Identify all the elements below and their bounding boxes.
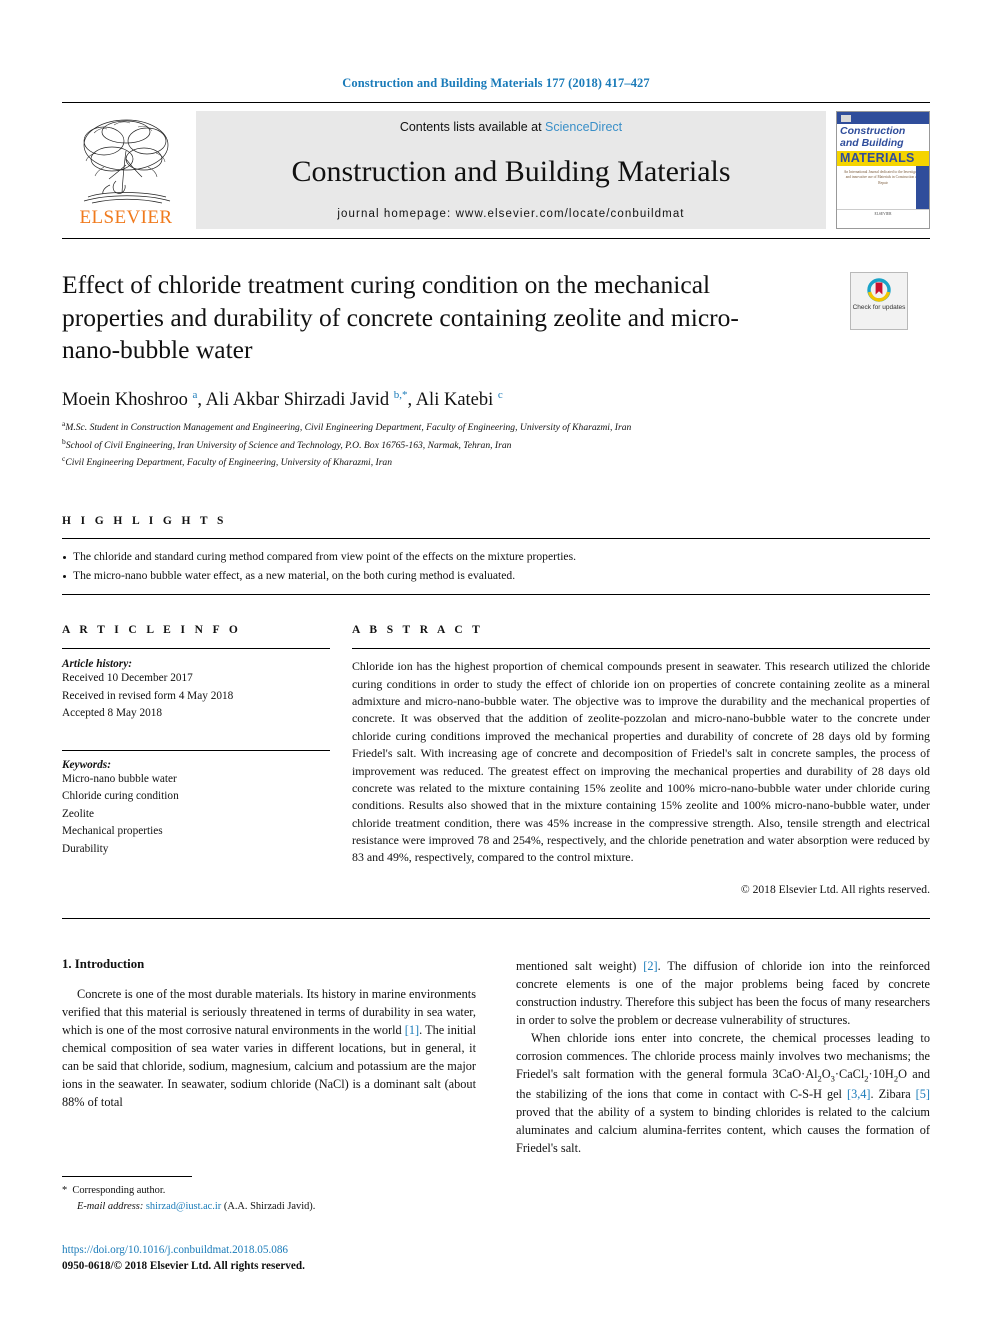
journal-cover-thumbnail[interactable]: Construction and Building MATERIALS An I… xyxy=(836,111,930,229)
column-gap xyxy=(330,624,352,896)
abstract-column: A B S T R A C T Chloride ion has the hig… xyxy=(352,624,930,896)
body-column-left: 1. Introduction Concrete is one of the m… xyxy=(62,957,476,1158)
footnote-email-owner: (A.A. Shirzadi Javid). xyxy=(223,1200,316,1212)
journal-title: Construction and Building Materials xyxy=(291,155,731,188)
history-received: Received 10 December 2017 xyxy=(62,672,193,685)
keywords-rule: Keywords: Micro-nano bubble water Chlori… xyxy=(62,749,330,859)
cover-footer: ELSEVIER xyxy=(837,208,929,224)
footnote-email-label: E-mail address: xyxy=(77,1200,144,1212)
copyright-line: © 2018 Elsevier Ltd. All rights reserved… xyxy=(740,882,930,896)
footnote-star-icon: * xyxy=(62,1185,73,1196)
body-column-gap xyxy=(476,957,516,1158)
list-item: The micro-nano bubble water effect, as a… xyxy=(62,567,930,586)
affiliation-a: aM.Sc. Student in Construction Managemen… xyxy=(62,418,930,436)
crossmark-icon xyxy=(867,278,891,302)
corresponding-author-footnote: * Corresponding author. E-mail address: … xyxy=(62,1176,476,1214)
article-sheet: Construction and Building Materials 177 … xyxy=(62,0,930,1157)
footnote-corresponding-text: Corresponding author. xyxy=(72,1185,166,1196)
journal-masthead: ELSEVIER Contents lists available at Sci… xyxy=(62,111,930,229)
bottom-metadata: https://doi.org/10.1016/j.conbuildmat.20… xyxy=(62,1243,492,1274)
cover-title-block: Construction and Building xyxy=(837,124,929,151)
intro-paragraph-left: Concrete is one of the most durable mate… xyxy=(62,986,476,1110)
elsevier-wordmark: ELSEVIER xyxy=(79,207,173,228)
article-info-column: A R T I C L E I N F O Article history: R… xyxy=(62,624,330,896)
running-head: Construction and Building Materials 177 … xyxy=(342,76,650,90)
footnote-email-line: E-mail address: shirzad@iust.ac.ir (A.A.… xyxy=(62,1199,476,1215)
header-rule xyxy=(62,102,930,103)
journal-homepage-line[interactable]: journal homepage: www.elsevier.com/locat… xyxy=(337,208,684,220)
abstract-text: Chloride ion has the highest proportion … xyxy=(352,659,930,865)
crossmark-label: Check for updates xyxy=(852,304,906,311)
keywords-label: Keywords: xyxy=(62,758,111,771)
intro-paragraph-right-1: mentioned salt weight) [2]. The diffusio… xyxy=(516,958,930,1028)
crossmark-badge[interactable]: Check for updates xyxy=(850,272,908,330)
keyword-item: Micro-nano bubble water xyxy=(62,772,177,785)
doi-link[interactable]: https://doi.org/10.1016/j.conbuildmat.20… xyxy=(62,1243,492,1259)
cover-line-2: and Building xyxy=(840,136,904,149)
highlights-label: H I G H L I G H T S xyxy=(62,514,227,527)
cover-body: An International Journal dedicated to th… xyxy=(837,165,929,224)
footnote-corresponding: * Corresponding author. xyxy=(62,1183,476,1199)
affiliation-list: aM.Sc. Student in Construction Managemen… xyxy=(62,418,930,471)
keyword-item: Chloride curing condition xyxy=(62,790,179,803)
affiliation-text-a: M.Sc. Student in Construction Management… xyxy=(65,422,632,434)
page-title: Effect of chloride treatment curing cond… xyxy=(62,270,739,365)
affiliation-text-c: Civil Engineering Department, Faculty of… xyxy=(65,457,393,469)
info-abstract-row: A R T I C L E I N F O Article history: R… xyxy=(62,624,930,896)
body-columns: 1. Introduction Concrete is one of the m… xyxy=(62,957,930,1158)
article-history-label: Article history: xyxy=(62,658,132,671)
history-accepted: Accepted 8 May 2018 xyxy=(62,707,163,720)
journal-band: Contents lists available at ScienceDirec… xyxy=(196,111,826,229)
highlights-bottom-rule xyxy=(62,594,930,596)
abstract-body: Chloride ion has the highest proportion … xyxy=(352,649,930,896)
issn-copyright: 0950-0618/© 2018 Elsevier Ltd. All right… xyxy=(62,1259,305,1272)
authors-text: Moein Khoshroo a, Ali Akbar Shirzadi Jav… xyxy=(62,388,503,411)
abstract-bottom-rule xyxy=(62,917,930,919)
cover-footer-text: ELSEVIER xyxy=(874,211,892,216)
sciencedirect-link[interactable]: ScienceDirect xyxy=(545,120,622,134)
abstract-label: A B S T R A C T xyxy=(352,624,484,637)
cover-line-3: MATERIALS xyxy=(837,150,929,166)
contents-prefix: Contents lists available at xyxy=(399,120,546,134)
elsevier-tree-icon xyxy=(83,119,171,204)
keyword-item: Mechanical properties xyxy=(62,825,163,838)
elsevier-logo[interactable]: ELSEVIER xyxy=(62,111,190,229)
section-heading-introduction: 1. Introduction xyxy=(62,956,145,971)
author-list: Moein Khoshroo a, Ali Akbar Shirzadi Jav… xyxy=(62,389,930,411)
body-column-right: mentioned salt weight) [2]. The diffusio… xyxy=(516,957,930,1158)
cover-top-bar xyxy=(837,112,929,124)
affiliation-c: cCivil Engineering Department, Faculty o… xyxy=(62,453,930,471)
history-revised: Received in revised form 4 May 2018 xyxy=(62,689,234,702)
journal-article-page: Construction and Building Materials 177 … xyxy=(0,0,992,1323)
footnote-email-link[interactable]: shirzad@iust.ac.ir xyxy=(146,1201,221,1212)
highlights-list: The chloride and standard curing method … xyxy=(62,539,930,595)
article-history: Article history: Received 10 December 20… xyxy=(62,649,330,723)
article-info-label: A R T I C L E I N F O xyxy=(62,624,242,637)
title-block: Effect of chloride treatment curing cond… xyxy=(62,239,930,471)
footnote-rule xyxy=(62,1176,192,1177)
list-item: The chloride and standard curing method … xyxy=(62,548,930,567)
contents-list-line: Contents lists available at ScienceDirec… xyxy=(400,120,622,134)
cover-line-1: Construction xyxy=(840,125,906,137)
intro-paragraph-right-2: When chloride ions enter into concrete, … xyxy=(516,1031,931,1156)
affiliation-b: bSchool of Civil Engineering, Iran Unive… xyxy=(62,436,930,454)
affiliation-text-b: School of Civil Engineering, Iran Univer… xyxy=(65,439,512,451)
keyword-item: Durability xyxy=(62,842,109,855)
highlights-section: H I G H L I G H T S The chloride and sta… xyxy=(62,515,930,596)
keyword-item: Zeolite xyxy=(62,807,94,820)
